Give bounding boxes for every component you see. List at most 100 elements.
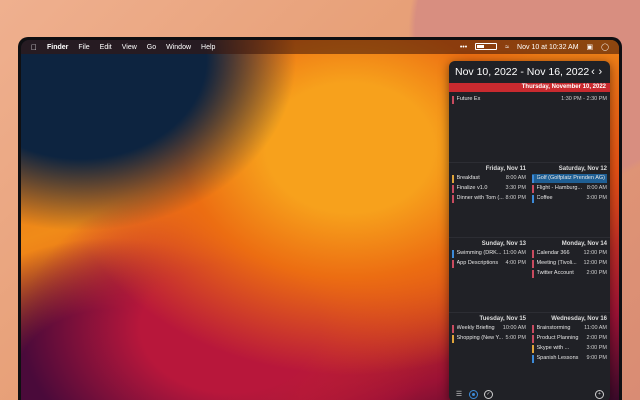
day-header: Tuesday, Nov 15: [479, 316, 527, 322]
menu-view[interactable]: View: [117, 44, 142, 51]
event-name: Product Planning: [536, 335, 579, 341]
today-events: Future Ex 1:30 PM - 2:30 PM: [449, 92, 610, 162]
event-item[interactable]: Flight - Hamburg... 8:00 AM: [532, 184, 607, 193]
event-item[interactable]: Coffee 3:00 PM: [532, 194, 607, 203]
list-icon[interactable]: ☰: [455, 390, 463, 398]
siri-icon[interactable]: ◯: [597, 43, 613, 51]
event-item[interactable]: Calendar 366 12:00 PM: [532, 249, 607, 258]
event-name: Breakfast: [456, 175, 480, 181]
event-time: 8:00 AM: [505, 175, 527, 181]
menu-window[interactable]: Window: [161, 44, 196, 51]
event-name: Spanish Lessons: [536, 355, 579, 361]
apple-menu-icon[interactable]: : [21, 43, 42, 52]
battery-icon[interactable]: [471, 42, 501, 52]
event-item[interactable]: Brainstorming 11:00 AM: [532, 324, 607, 333]
event-color-bar: [532, 354, 534, 363]
day-header: Monday, Nov 14: [561, 241, 607, 247]
event-name: Coffee: [536, 195, 553, 201]
screen:  Finder File Edit View Go Window Help •…: [21, 40, 619, 400]
event-name: Golf (Golfplatz Prenden AG): [536, 175, 605, 181]
event-color-bar: [452, 324, 454, 333]
event-name: Twitter Account: [536, 270, 574, 276]
event-color-bar: [452, 249, 454, 258]
laptop-frame:  Finder File Edit View Go Window Help •…: [18, 37, 622, 400]
event-item[interactable]: Product Planning 2:00 PM: [532, 334, 607, 343]
control-center-icon[interactable]: ▣: [583, 43, 598, 51]
chevron-left-icon[interactable]: ‹: [589, 66, 596, 78]
event-time: 1:30 PM - 2:30 PM: [561, 96, 607, 102]
event-color-bar: [452, 174, 454, 183]
menu-file[interactable]: File: [73, 44, 94, 51]
menu-edit[interactable]: Edit: [95, 44, 117, 51]
chevron-right-icon[interactable]: ›: [597, 66, 604, 78]
day-header: Friday, Nov 11: [485, 166, 527, 172]
event-time: 11:00 AM: [584, 325, 607, 331]
event-name: Future Ex: [456, 96, 481, 102]
event-color-bar: [452, 259, 454, 268]
event-color-bar: [532, 249, 534, 258]
add-icon[interactable]: +: [595, 389, 604, 399]
today-header: Thursday, November 10, 2022: [449, 83, 610, 92]
event-item[interactable]: Dinner with Tom (... 8:00 PM: [452, 194, 526, 203]
event-name: App Descriptions: [456, 260, 499, 266]
event-color-bar: [532, 259, 534, 268]
event-item[interactable]: Breakfast 8:00 AM: [452, 174, 526, 183]
event-time: 3:00 PM: [586, 195, 607, 201]
event-color-bar: [532, 269, 534, 278]
day-header: Saturday, Nov 12: [558, 166, 607, 172]
calendar-footer: ☰ ✓ +: [449, 386, 610, 400]
menu-help[interactable]: Help: [196, 44, 220, 51]
event-time: 8:00 AM: [586, 185, 607, 191]
checkmark-icon[interactable]: ✓: [484, 389, 493, 399]
menu-go[interactable]: Go: [142, 44, 161, 51]
day-header: Wednesday, Nov 16: [551, 316, 607, 322]
day-cell: Wednesday, Nov 16 Brainstorming 11:00 AM Pr…: [529, 312, 610, 387]
event-time: 2:00 PM: [586, 270, 607, 276]
event-item[interactable]: Shopping (New Y... 5:00 PM: [452, 334, 526, 343]
event-time: 12:00 PM: [583, 250, 607, 256]
calendar-view-icon[interactable]: [469, 389, 478, 399]
event-item[interactable]: Skype with ... 3:00 PM: [532, 344, 607, 353]
event-color-bar: [532, 334, 534, 343]
event-item[interactable]: Weekly Briefing 10:00 AM: [452, 324, 526, 333]
event-item[interactable]: Finalize v1.0 3:30 PM: [452, 184, 526, 193]
event-item[interactable]: Future Ex 1:30 PM - 2:30 PM: [452, 95, 607, 104]
event-color-bar: [532, 324, 534, 333]
event-item[interactable]: Swimming (DRK... 11:00 AM: [452, 249, 526, 258]
event-name: Dinner with Tom (...: [456, 195, 504, 201]
event-item[interactable]: Spanish Lessons 9:00 PM: [532, 354, 607, 363]
event-item[interactable]: App Descriptions 4:00 PM: [452, 259, 526, 268]
event-color-bar: [452, 95, 454, 104]
day-cell: Saturday, Nov 12 Golf (Golfplatz Prenden …: [529, 162, 610, 237]
wifi-icon[interactable]: ≈: [501, 44, 513, 51]
calendar-widget: Nov 10, 2022 - Nov 16, 2022 ‹ › Thursday…: [449, 61, 610, 400]
event-time: 10:00 AM: [502, 325, 527, 331]
event-color-bar: [452, 194, 454, 203]
day-cell: Monday, Nov 14 Calendar 366 12:00 PM Meetin…: [529, 237, 610, 312]
event-time: 3:30 PM: [505, 185, 527, 191]
event-item[interactable]: Meeting (Tivoli... 12:00 PM: [532, 259, 607, 268]
event-name: Finalize v1.0: [456, 185, 488, 191]
event-time: 12:00 PM: [583, 260, 607, 266]
event-color-bar: [532, 344, 534, 353]
event-time: 2:00 PM: [586, 335, 607, 341]
day-cell: Sunday, Nov 13 Swimming (DRK... 11:00 AM Ap…: [449, 237, 530, 312]
event-name: Shopping (New Y...: [456, 335, 504, 341]
event-name: Flight - Hamburg...: [536, 185, 583, 191]
event-name: Calendar 366: [536, 250, 570, 256]
event-time: 9:00 PM: [586, 355, 607, 361]
app-menu[interactable]: Finder: [42, 44, 73, 51]
event-name: Swimming (DRK...: [456, 250, 502, 256]
event-time: 3:00 PM: [586, 345, 607, 351]
more-icon[interactable]: •••: [456, 44, 471, 51]
event-time: 8:00 PM: [505, 195, 527, 201]
event-item[interactable]: Twitter Account 2:00 PM: [532, 269, 607, 278]
day-cell: Tuesday, Nov 15 Weekly Briefing 10:00 AM Sh…: [449, 312, 530, 387]
menu-clock[interactable]: Nov 10 at 10:32 AM: [513, 44, 582, 51]
event-time: 4:00 PM: [505, 260, 527, 266]
calendar-header: Nov 10, 2022 - Nov 16, 2022 ‹ ›: [449, 61, 610, 83]
event-name: Brainstorming: [536, 325, 571, 331]
event-item[interactable]: Golf (Golfplatz Prenden AG): [532, 174, 607, 183]
status-area: ••• ≈ Nov 10 at 10:32 AM ▣ ◯: [456, 42, 619, 52]
event-name: Meeting (Tivoli...: [536, 260, 577, 266]
